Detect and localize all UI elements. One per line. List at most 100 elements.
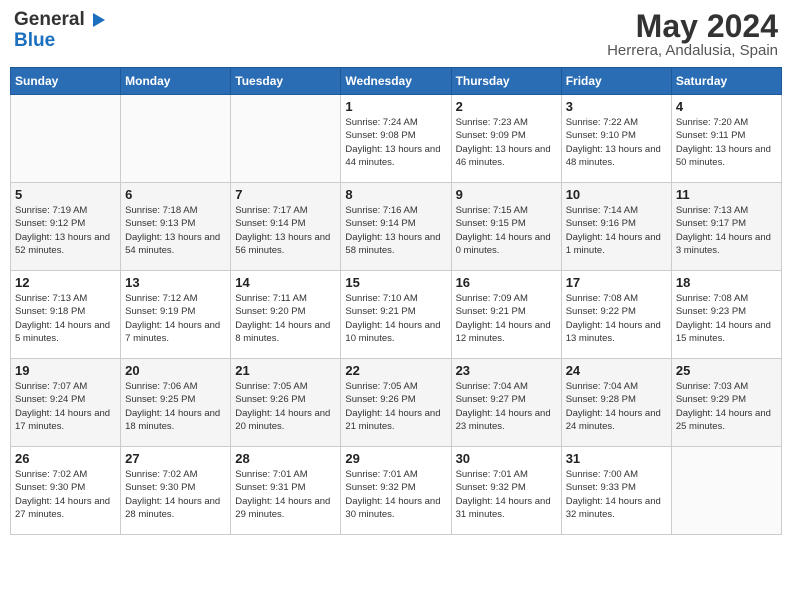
day-info: Sunrise: 7:08 AMSunset: 9:23 PMDaylight:…	[676, 292, 777, 345]
day-header-saturday: Saturday	[671, 68, 781, 95]
day-info: Sunrise: 7:12 AMSunset: 9:19 PMDaylight:…	[125, 292, 226, 345]
logo: General Blue	[14, 10, 105, 52]
day-info: Sunrise: 7:13 AMSunset: 9:18 PMDaylight:…	[15, 292, 116, 345]
calendar-cell: 18Sunrise: 7:08 AMSunset: 9:23 PMDayligh…	[671, 271, 781, 359]
day-number: 28	[235, 451, 336, 466]
calendar-cell: 16Sunrise: 7:09 AMSunset: 9:21 PMDayligh…	[451, 271, 561, 359]
day-number: 7	[235, 187, 336, 202]
day-info: Sunrise: 7:05 AMSunset: 9:26 PMDaylight:…	[235, 380, 336, 433]
day-info: Sunrise: 7:06 AMSunset: 9:25 PMDaylight:…	[125, 380, 226, 433]
calendar-cell: 8 Sunrise: 7:16 AMSunset: 9:14 PMDaylight…	[341, 183, 451, 271]
day-info: Sunrise: 7:14 AMSunset: 9:16 PMDaylight:…	[566, 204, 667, 257]
day-number: 13	[125, 275, 226, 290]
day-number: 6	[125, 187, 226, 202]
day-info: Sunrise: 7:22 AMSunset: 9:10 PMDaylight:…	[566, 116, 667, 169]
calendar-cell: 20 Sunrise: 7:06 AMSunset: 9:25 PMDayligh…	[121, 359, 231, 447]
day-number: 9	[456, 187, 557, 202]
day-number: 15	[345, 275, 446, 290]
calendar-title: May 2024	[607, 10, 778, 42]
calendar-subtitle: Herrera, Andalusia, Spain	[607, 42, 778, 59]
day-number: 19	[15, 363, 116, 378]
calendar-cell: 3 Sunrise: 7:22 AMSunset: 9:10 PMDaylight…	[561, 95, 671, 183]
day-number: 23	[456, 363, 557, 378]
day-number: 17	[566, 275, 667, 290]
day-info: Sunrise: 7:19 AMSunset: 9:12 PMDaylight:…	[15, 204, 116, 257]
calendar-cell: 30Sunrise: 7:01 AMSunset: 9:32 PMDayligh…	[451, 447, 561, 535]
day-header-friday: Friday	[561, 68, 671, 95]
day-info: Sunrise: 7:23 AMSunset: 9:09 PMDaylight:…	[456, 116, 557, 169]
calendar-week-row: 1Sunrise: 7:24 AMSunset: 9:08 PMDaylight…	[11, 95, 782, 183]
day-info: Sunrise: 7:02 AMSunset: 9:30 PMDaylight:…	[15, 468, 116, 521]
calendar-cell: 1Sunrise: 7:24 AMSunset: 9:08 PMDaylight…	[341, 95, 451, 183]
calendar-cell: 29 Sunrise: 7:01 AMSunset: 9:32 PMDayligh…	[341, 447, 451, 535]
day-info: Sunrise: 7:01 AMSunset: 9:32 PMDaylight:…	[345, 468, 446, 521]
day-number: 16	[456, 275, 557, 290]
day-info: Sunrise: 7:17 AMSunset: 9:14 PMDaylight:…	[235, 204, 336, 257]
calendar-cell: 24 Sunrise: 7:04 AMSunset: 9:28 PMDayligh…	[561, 359, 671, 447]
day-number: 25	[676, 363, 777, 378]
calendar-cell	[231, 95, 341, 183]
calendar-cell: 15Sunrise: 7:10 AMSunset: 9:21 PMDayligh…	[341, 271, 451, 359]
day-info: Sunrise: 7:11 AMSunset: 9:20 PMDaylight:…	[235, 292, 336, 345]
day-info: Sunrise: 7:16 AMSunset: 9:14 PMDaylight:…	[345, 204, 446, 257]
day-header-monday: Monday	[121, 68, 231, 95]
logo-general: General	[14, 10, 105, 31]
day-number: 8	[345, 187, 446, 202]
day-info: Sunrise: 7:00 AMSunset: 9:33 PMDaylight:…	[566, 468, 667, 521]
logo-blue: Blue	[14, 31, 105, 52]
calendar-cell	[11, 95, 121, 183]
calendar-table: SundayMondayTuesdayWednesdayThursdayFrid…	[10, 67, 782, 535]
calendar-cell: 23 Sunrise: 7:04 AMSunset: 9:27 PMDayligh…	[451, 359, 561, 447]
day-info: Sunrise: 7:03 AMSunset: 9:29 PMDaylight:…	[676, 380, 777, 433]
day-info: Sunrise: 7:08 AMSunset: 9:22 PMDaylight:…	[566, 292, 667, 345]
day-number: 21	[235, 363, 336, 378]
day-number: 12	[15, 275, 116, 290]
day-number: 20	[125, 363, 226, 378]
calendar-cell: 28 Sunrise: 7:01 AMSunset: 9:31 PMDayligh…	[231, 447, 341, 535]
day-header-tuesday: Tuesday	[231, 68, 341, 95]
day-header-wednesday: Wednesday	[341, 68, 451, 95]
calendar-cell: 13 Sunrise: 7:12 AMSunset: 9:19 PMDayligh…	[121, 271, 231, 359]
calendar-cell: 10 Sunrise: 7:14 AMSunset: 9:16 PMDayligh…	[561, 183, 671, 271]
calendar-week-row: 5Sunrise: 7:19 AMSunset: 9:12 PMDaylight…	[11, 183, 782, 271]
day-info: Sunrise: 7:05 AMSunset: 9:26 PMDaylight:…	[345, 380, 446, 433]
calendar-cell: 31 Sunrise: 7:00 AMSunset: 9:33 PMDayligh…	[561, 447, 671, 535]
day-info: Sunrise: 7:04 AMSunset: 9:27 PMDaylight:…	[456, 380, 557, 433]
day-number: 10	[566, 187, 667, 202]
calendar-cell: 11 Sunrise: 7:13 AMSunset: 9:17 PMDayligh…	[671, 183, 781, 271]
logo-text: General Blue	[14, 10, 105, 52]
day-info: Sunrise: 7:07 AMSunset: 9:24 PMDaylight:…	[15, 380, 116, 433]
calendar-cell: 6 Sunrise: 7:18 AMSunset: 9:13 PMDaylight…	[121, 183, 231, 271]
day-info: Sunrise: 7:02 AMSunset: 9:30 PMDaylight:…	[125, 468, 226, 521]
day-number: 11	[676, 187, 777, 202]
calendar-cell: 26 Sunrise: 7:02 AMSunset: 9:30 PMDayligh…	[11, 447, 121, 535]
day-info: Sunrise: 7:20 AMSunset: 9:11 PMDaylight:…	[676, 116, 777, 169]
day-header-thursday: Thursday	[451, 68, 561, 95]
day-number: 3	[566, 99, 667, 114]
day-number: 29	[345, 451, 446, 466]
day-number: 31	[566, 451, 667, 466]
day-number: 24	[566, 363, 667, 378]
calendar-cell: 7 Sunrise: 7:17 AMSunset: 9:14 PMDaylight…	[231, 183, 341, 271]
calendar-week-row: 26 Sunrise: 7:02 AMSunset: 9:30 PMDayligh…	[11, 447, 782, 535]
calendar-week-row: 19 Sunrise: 7:07 AMSunset: 9:24 PMDayligh…	[11, 359, 782, 447]
day-number: 27	[125, 451, 226, 466]
day-info: Sunrise: 7:04 AMSunset: 9:28 PMDaylight:…	[566, 380, 667, 433]
day-info: Sunrise: 7:01 AMSunset: 9:31 PMDaylight:…	[235, 468, 336, 521]
day-number: 2	[456, 99, 557, 114]
calendar-week-row: 12 Sunrise: 7:13 AMSunset: 9:18 PMDayligh…	[11, 271, 782, 359]
day-number: 26	[15, 451, 116, 466]
calendar-header-row: SundayMondayTuesdayWednesdayThursdayFrid…	[11, 68, 782, 95]
calendar-cell	[671, 447, 781, 535]
day-info: Sunrise: 7:18 AMSunset: 9:13 PMDaylight:…	[125, 204, 226, 257]
day-info: Sunrise: 7:01 AMSunset: 9:32 PMDaylight:…	[456, 468, 557, 521]
day-info: Sunrise: 7:13 AMSunset: 9:17 PMDaylight:…	[676, 204, 777, 257]
calendar-cell: 19 Sunrise: 7:07 AMSunset: 9:24 PMDayligh…	[11, 359, 121, 447]
calendar-cell: 9Sunrise: 7:15 AMSunset: 9:15 PMDaylight…	[451, 183, 561, 271]
calendar-cell	[121, 95, 231, 183]
calendar-cell: 2 Sunrise: 7:23 AMSunset: 9:09 PMDaylight…	[451, 95, 561, 183]
day-header-sunday: Sunday	[11, 68, 121, 95]
title-block: May 2024 Herrera, Andalusia, Spain	[607, 10, 778, 59]
day-number: 22	[345, 363, 446, 378]
day-number: 1	[345, 99, 446, 114]
